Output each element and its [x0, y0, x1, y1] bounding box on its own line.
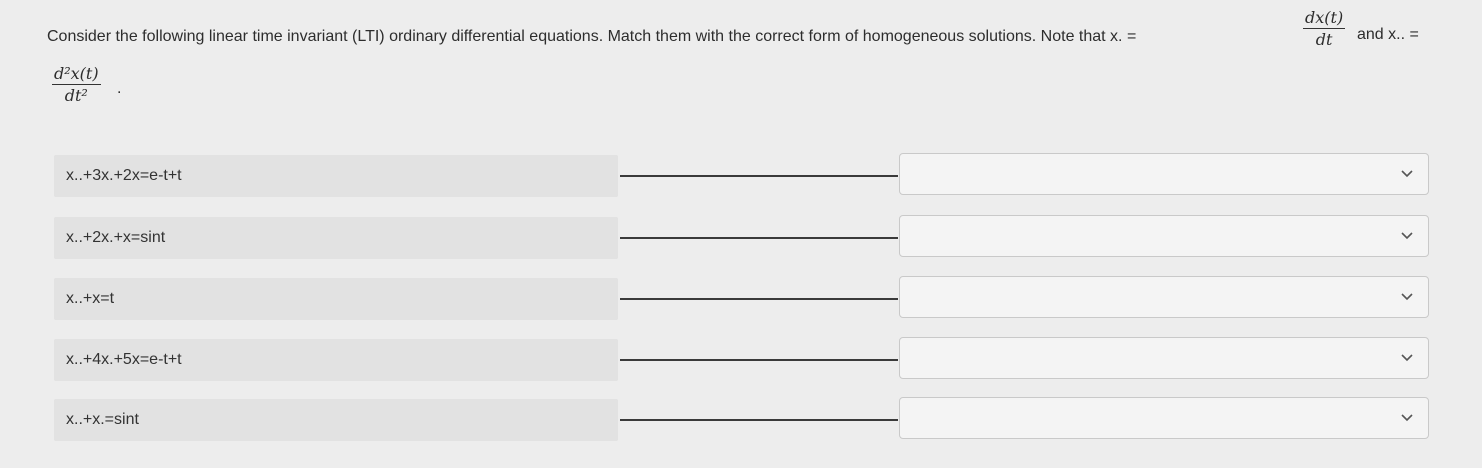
- first-derivative-fraction: dx(t) dt: [1303, 8, 1346, 51]
- period: .: [117, 80, 122, 97]
- answer-dropdown[interactable]: [899, 337, 1429, 379]
- match-connector-line: [620, 298, 898, 300]
- answer-dropdown[interactable]: [899, 276, 1429, 318]
- fraction-denominator: dt²: [64, 86, 88, 105]
- equation-box: x..+4x.+5x=e-t+t: [54, 339, 618, 381]
- equation-box: x..+2x.+x=sint: [54, 217, 618, 259]
- match-row: x..+x.=sint: [0, 397, 1482, 443]
- match-connector-line: [620, 175, 898, 177]
- match-row: x..+4x.+5x=e-t+t: [0, 337, 1482, 383]
- answer-dropdown[interactable]: [899, 215, 1429, 257]
- equation-box: x..+3x.+2x=e-t+t: [54, 155, 618, 197]
- equation-box: x..+x=t: [54, 278, 618, 320]
- match-connector-line: [620, 419, 898, 421]
- and-text: and x.. =: [1357, 26, 1419, 43]
- equation-box: x..+x.=sint: [54, 399, 618, 441]
- second-derivative-fraction: d²x(t) dt²: [52, 64, 101, 107]
- match-row: x..+2x.+x=sint: [0, 215, 1482, 261]
- answer-dropdown[interactable]: [899, 397, 1429, 439]
- chevron-down-icon: [1401, 354, 1413, 362]
- equation-label: x..+2x.+x=sint: [66, 229, 166, 246]
- fraction-numerator: d²x(t): [52, 64, 101, 85]
- fraction-denominator: dt: [1315, 30, 1333, 49]
- equation-label: x..+3x.+2x=e-t+t: [66, 167, 182, 184]
- chevron-down-icon: [1401, 170, 1413, 178]
- question-text: Consider the following linear time invar…: [47, 28, 1137, 45]
- fraction-numerator: dx(t): [1303, 8, 1346, 29]
- chevron-down-icon: [1401, 293, 1413, 301]
- match-row: x..+x=t: [0, 276, 1482, 322]
- equation-label: x..+x.=sint: [66, 411, 139, 428]
- answer-dropdown[interactable]: [899, 153, 1429, 195]
- chevron-down-icon: [1401, 414, 1413, 422]
- match-connector-line: [620, 359, 898, 361]
- equation-label: x..+4x.+5x=e-t+t: [66, 351, 182, 368]
- match-row: x..+3x.+2x=e-t+t: [0, 153, 1482, 199]
- match-connector-line: [620, 237, 898, 239]
- chevron-down-icon: [1401, 232, 1413, 240]
- equation-label: x..+x=t: [66, 290, 115, 307]
